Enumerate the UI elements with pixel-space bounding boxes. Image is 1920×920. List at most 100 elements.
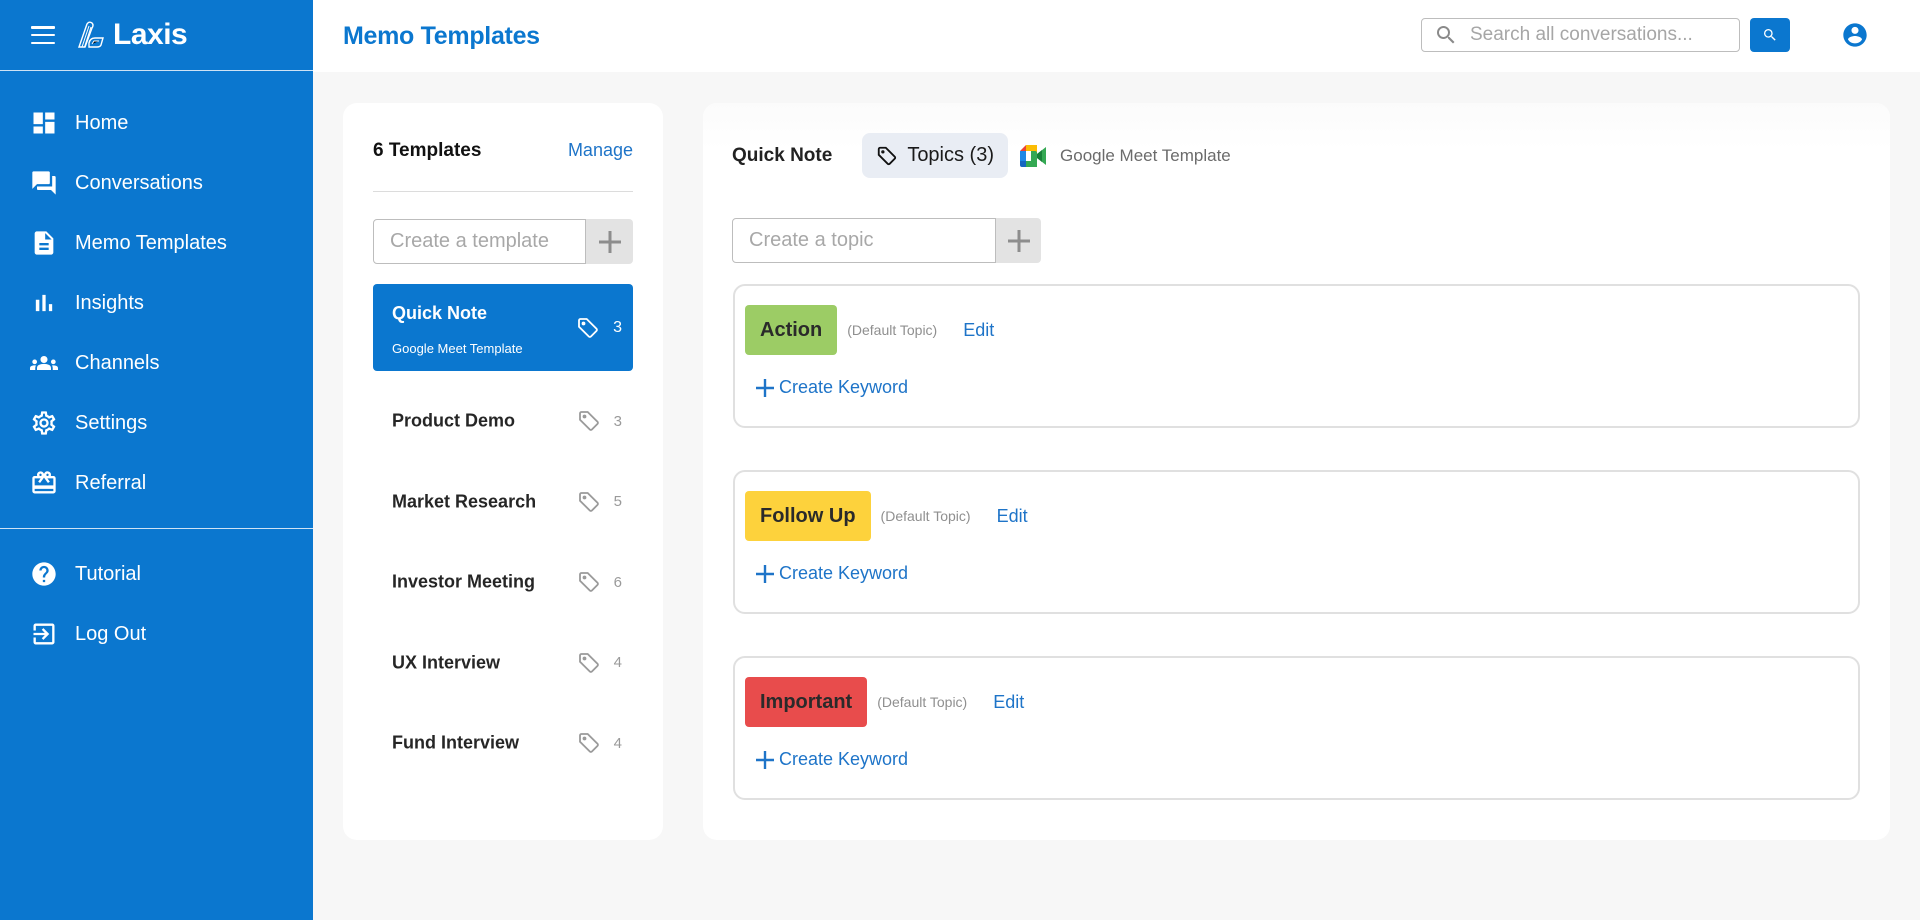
sidebar-item-label: Conversations (75, 171, 203, 194)
sidebar-item-insights[interactable]: Insights (0, 273, 313, 333)
topic-count: 4 (577, 731, 622, 755)
topic-count: 5 (577, 490, 622, 514)
templates-panel-header: 6 Templates Manage (373, 136, 633, 192)
gift-card-icon (29, 468, 59, 498)
topic-count-value: 3 (613, 412, 622, 430)
tag-icon (578, 411, 599, 432)
search-icon (1764, 29, 1776, 41)
sidebar-item-label: Referral (75, 471, 147, 494)
topics-tab[interactable]: Topics (3) (862, 133, 1009, 178)
template-item[interactable]: UX Interview 4 (373, 623, 633, 704)
sidebar-item-referral[interactable]: Referral (0, 453, 313, 513)
template-name: Market Research (392, 491, 537, 512)
create-keyword-button[interactable]: Create Keyword (755, 377, 908, 398)
app-name: Laxis (113, 18, 188, 51)
create-keyword-label: Create Keyword (779, 377, 909, 397)
search-icon (1437, 26, 1455, 44)
template-name: Investor Meeting (392, 571, 536, 592)
topic-count-value: 6 (613, 573, 622, 591)
document-icon (29, 228, 59, 258)
top-bar: Memo Templates (313, 0, 1920, 72)
template-name: Quick Note (392, 303, 488, 323)
edit-topic-link[interactable]: Edit (993, 692, 1024, 713)
sidebar-item-home[interactable]: Home (0, 93, 313, 153)
topics-tab-label: Topics (3) (907, 144, 995, 166)
sidebar-item-label: Settings (75, 411, 148, 434)
topic-count-value: 3 (613, 318, 622, 336)
topic-count: 6 (577, 570, 622, 594)
sidebar-item-label: Memo Templates (75, 231, 227, 254)
account-circle-icon (1843, 23, 1867, 47)
sidebar-item-channels[interactable]: Channels (0, 333, 313, 393)
topic-count-value: 5 (613, 493, 622, 511)
search-box[interactable] (1421, 18, 1740, 52)
sidebar-item-conversations[interactable]: Conversations (0, 153, 313, 213)
topic-count: 4 (577, 651, 622, 675)
create-keyword-button[interactable]: Create Keyword (755, 563, 908, 584)
manage-link[interactable]: Manage (568, 140, 633, 161)
tag-icon (578, 572, 599, 593)
topic-tag[interactable]: Action (745, 305, 838, 355)
template-title: Quick Note (732, 144, 833, 166)
topic-row: Action (Default Topic) Edit (745, 305, 994, 355)
topic-count-value: 4 (613, 734, 622, 752)
sidebar-item-label: Log Out (75, 622, 147, 645)
edit-topic-link[interactable]: Edit (997, 506, 1028, 527)
plus-icon (756, 750, 774, 769)
tag-icon (578, 491, 599, 512)
template-item[interactable]: Quick Note Google Meet Template 3 (373, 284, 633, 371)
sidebar-item-tutorial[interactable]: Tutorial (0, 544, 313, 604)
search-button[interactable] (1750, 18, 1790, 52)
sidebar-item-label: Channels (75, 351, 160, 374)
topic-count: 3 (576, 316, 622, 340)
sidebar-item-logout[interactable]: Log Out (0, 604, 313, 664)
template-item[interactable]: Market Research 5 (373, 462, 633, 543)
sidebar-item-settings[interactable]: Settings (0, 393, 313, 453)
add-topic-button[interactable] (996, 218, 1041, 263)
gear-icon (29, 408, 59, 438)
template-item[interactable]: Investor Meeting 6 (373, 542, 633, 623)
topic-card: Follow Up (Default Topic) Edit Create Ke… (733, 470, 1860, 614)
edit-topic-link[interactable]: Edit (963, 320, 994, 341)
template-name: UX Interview (392, 652, 501, 673)
plus-icon (1007, 229, 1030, 252)
create-template-input[interactable] (373, 219, 586, 264)
create-keyword-label: Create Keyword (779, 749, 909, 769)
account-button[interactable] (1841, 21, 1869, 49)
template-detail-panel: Quick Note Topics (3) Google Meet Templa… (703, 103, 1890, 840)
plus-icon (598, 230, 621, 253)
topic-row: Follow Up (Default Topic) Edit (745, 491, 1028, 541)
create-keyword-button[interactable]: Create Keyword (755, 749, 908, 770)
main-nav: Home Conversations Memo Templates Insigh… (0, 71, 313, 513)
tag-icon (578, 652, 599, 673)
template-item[interactable]: Product Demo 3 (373, 381, 633, 462)
tag-icon (878, 146, 897, 165)
template-name: Fund Interview (392, 732, 520, 753)
sidebar-item-memo-templates[interactable]: Memo Templates (0, 213, 313, 273)
laxis-logo-icon (78, 21, 104, 48)
template-subtitle: Google Meet Template (392, 341, 523, 356)
topic-row: Important (Default Topic) Edit (745, 677, 1024, 727)
topic-card: Important (Default Topic) Edit Create Ke… (733, 656, 1860, 800)
template-item[interactable]: Fund Interview 4 (373, 703, 633, 784)
template-name: Product Demo (392, 410, 516, 431)
sidebar-item-label: Home (75, 111, 129, 134)
topic-tag[interactable]: Follow Up (745, 491, 871, 541)
create-topic-input[interactable] (732, 218, 996, 263)
topic-count: 3 (577, 409, 622, 433)
sidebar-header: Laxis (0, 0, 313, 71)
help-icon (29, 559, 59, 589)
templates-panel: 6 Templates Manage Quick Note Google Mee… (343, 103, 663, 840)
add-template-button[interactable] (586, 219, 633, 264)
sidebar-item-label: Insights (75, 291, 144, 314)
default-topic-label: (Default Topic) (877, 694, 968, 710)
logout-icon (29, 619, 59, 649)
search-input[interactable] (1470, 24, 1730, 46)
topic-tag[interactable]: Important (745, 677, 868, 727)
topic-count-value: 4 (613, 654, 622, 672)
hamburger-icon[interactable] (31, 26, 55, 44)
plus-icon (756, 378, 774, 397)
people-icon (29, 348, 59, 378)
templates-count-heading: 6 Templates (373, 140, 482, 161)
chat-icon (29, 168, 59, 198)
